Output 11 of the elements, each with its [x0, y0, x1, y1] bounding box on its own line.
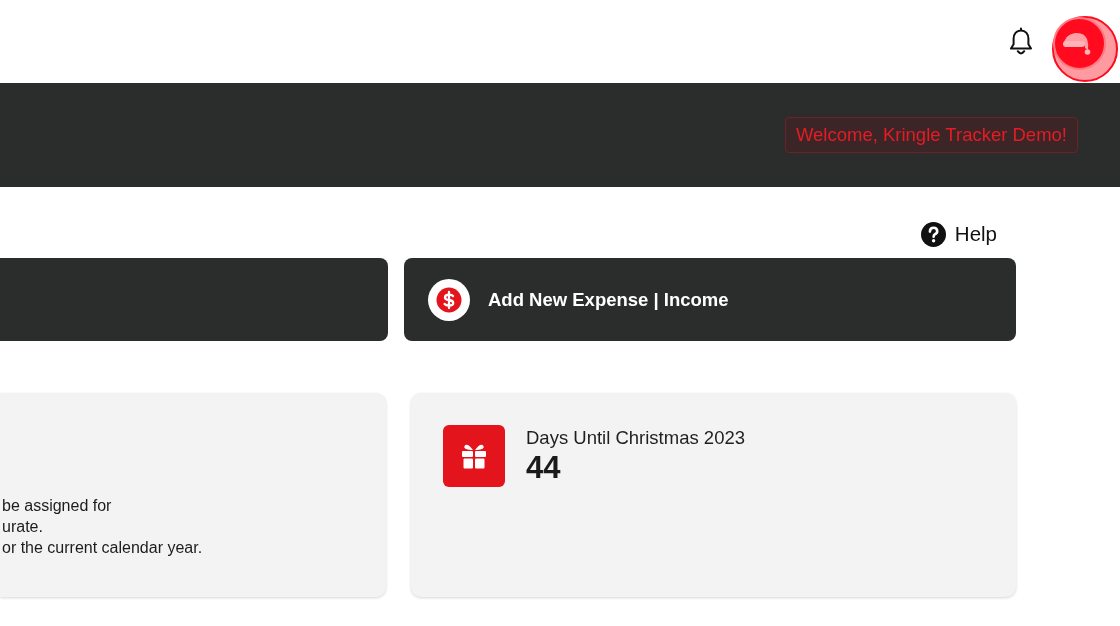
- note-text: be assigned for urate. or the current calendar year.: [2, 496, 204, 558]
- welcome-message: Welcome, Kringle Tracker Demo!: [784, 117, 1078, 153]
- countdown-value: 44: [526, 450, 562, 486]
- hat-avatar-icon[interactable]: [1050, 14, 1118, 82]
- dollar-icon: [428, 278, 470, 321]
- countdown-title: Days Until Christmas 2023: [526, 427, 745, 449]
- gift-icon: [443, 425, 505, 487]
- notification-bell-icon[interactable]: [1008, 27, 1034, 57]
- add-expense-income-button[interactable]: Add New Expense | Income: [404, 258, 1016, 341]
- help-link[interactable]: Help: [920, 220, 997, 248]
- help-icon: [920, 221, 946, 247]
